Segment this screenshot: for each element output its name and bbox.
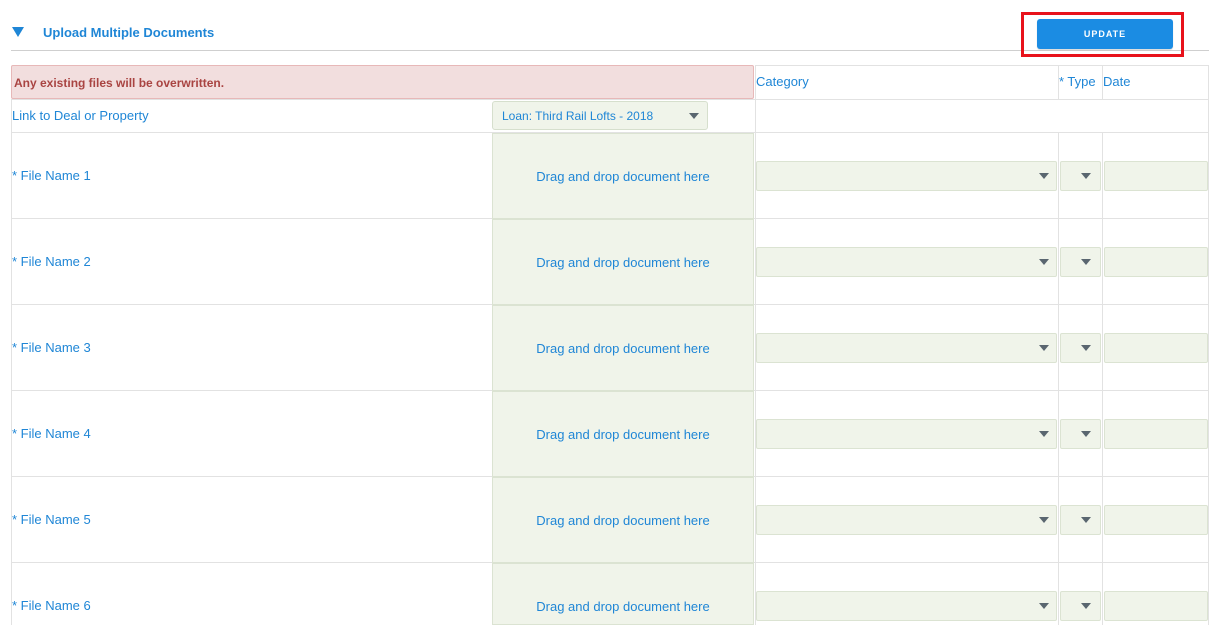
category-select[interactable] xyxy=(756,247,1057,277)
file-dropzone[interactable]: Drag and drop document here xyxy=(492,563,754,625)
file-dropzone[interactable]: Drag and drop document here xyxy=(492,133,754,219)
column-header-type: * Type xyxy=(1059,74,1096,89)
file-row-5: * File Name 5 Drag and drop document her… xyxy=(0,477,1225,563)
chevron-down-icon xyxy=(1039,431,1049,437)
category-select[interactable] xyxy=(756,161,1057,191)
category-select[interactable] xyxy=(756,419,1057,449)
file-name-label: * File Name 2 xyxy=(12,254,91,269)
date-input[interactable] xyxy=(1104,505,1208,535)
file-name-label: * File Name 5 xyxy=(12,512,91,527)
date-input[interactable] xyxy=(1104,247,1208,277)
category-select[interactable] xyxy=(756,505,1057,535)
file-name-label: * File Name 4 xyxy=(12,426,91,441)
warning-text: Any existing files will be overwritten. xyxy=(14,76,225,90)
chevron-down-icon xyxy=(1081,431,1091,437)
file-dropzone[interactable]: Drag and drop document here xyxy=(492,305,754,391)
file-row-2: * File Name 2 Drag and drop document her… xyxy=(0,219,1225,305)
dropzone-text: Drag and drop document here xyxy=(536,599,710,614)
date-input[interactable] xyxy=(1104,333,1208,363)
link-deal-property-select[interactable]: Loan: Third Rail Lofts - 2018 xyxy=(492,101,708,130)
collapse-toggle-icon[interactable] xyxy=(12,27,24,37)
link-selected-value: Loan: Third Rail Lofts - 2018 xyxy=(502,109,654,123)
update-button[interactable]: UPDATE xyxy=(1037,19,1173,49)
chevron-down-icon xyxy=(1081,173,1091,179)
type-select[interactable] xyxy=(1060,591,1101,621)
chevron-down-icon xyxy=(1081,603,1091,609)
file-dropzone[interactable]: Drag and drop document here xyxy=(492,391,754,477)
date-input[interactable] xyxy=(1104,591,1208,621)
chevron-down-icon xyxy=(1039,603,1049,609)
chevron-down-icon xyxy=(1081,517,1091,523)
file-name-label: * File Name 3 xyxy=(12,340,91,355)
chevron-down-icon xyxy=(1039,259,1049,265)
chevron-down-icon xyxy=(1081,345,1091,351)
column-header-date: Date xyxy=(1103,74,1131,89)
link-deal-property-label: Link to Deal or Property xyxy=(12,108,149,123)
column-header-category: Category xyxy=(756,74,809,89)
category-select[interactable] xyxy=(756,591,1057,621)
dropzone-text: Drag and drop document here xyxy=(536,427,710,442)
type-select[interactable] xyxy=(1060,161,1101,191)
overwrite-warning: Any existing files will be overwritten. xyxy=(11,65,754,99)
type-select[interactable] xyxy=(1060,333,1101,363)
type-select[interactable] xyxy=(1060,505,1101,535)
chevron-down-icon xyxy=(1039,345,1049,351)
chevron-down-icon xyxy=(689,113,699,119)
grid-top-border xyxy=(755,65,1209,66)
file-row-3: * File Name 3 Drag and drop document her… xyxy=(0,305,1225,391)
section-title[interactable]: Upload Multiple Documents xyxy=(43,25,214,40)
dropzone-text: Drag and drop document here xyxy=(536,341,710,356)
dropzone-text: Drag and drop document here xyxy=(536,513,710,528)
file-row-4: * File Name 4 Drag and drop document her… xyxy=(0,391,1225,477)
file-dropzone[interactable]: Drag and drop document here xyxy=(492,219,754,305)
dropzone-text: Drag and drop document here xyxy=(536,255,710,270)
type-select[interactable] xyxy=(1060,247,1101,277)
file-dropzone[interactable]: Drag and drop document here xyxy=(492,477,754,563)
chevron-down-icon xyxy=(1039,173,1049,179)
date-input[interactable] xyxy=(1104,419,1208,449)
file-name-label: * File Name 1 xyxy=(12,168,91,183)
dropzone-text: Drag and drop document here xyxy=(536,169,710,184)
type-select[interactable] xyxy=(1060,419,1101,449)
chevron-down-icon xyxy=(1081,259,1091,265)
category-select[interactable] xyxy=(756,333,1057,363)
chevron-down-icon xyxy=(1039,517,1049,523)
file-row-6: * File Name 6 Drag and drop document her… xyxy=(0,563,1225,625)
file-row-1: * File Name 1 Drag and drop document her… xyxy=(0,133,1225,219)
file-name-label: * File Name 6 xyxy=(12,598,91,613)
grid-header-bottom xyxy=(11,99,1209,100)
date-input[interactable] xyxy=(1104,161,1208,191)
